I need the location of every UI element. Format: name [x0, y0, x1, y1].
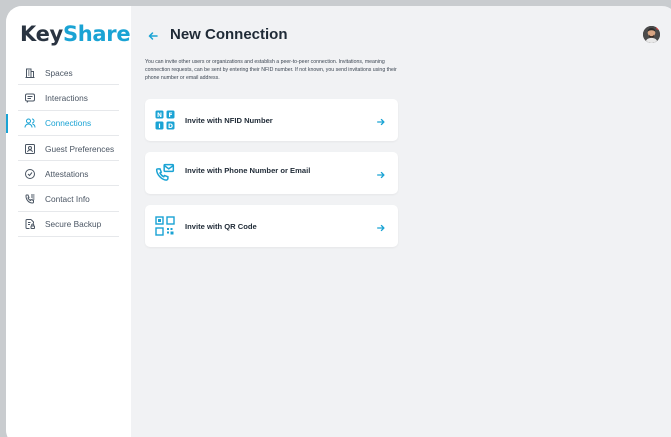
- option-label: Invite with QR Code: [185, 221, 257, 231]
- sidebar-nav: Spaces Interactions Connections Guest Pr…: [6, 60, 131, 238]
- sidebar-item-label: Contact Info: [45, 194, 90, 205]
- users-icon: [23, 117, 36, 130]
- sidebar-item-guest-preferences[interactable]: Guest Preferences: [6, 136, 131, 162]
- check-badge-icon: [23, 167, 36, 180]
- logo-part-share: Share: [62, 22, 131, 46]
- notification-dot: [656, 26, 660, 30]
- file-lock-icon: [23, 218, 36, 231]
- svg-text:I: I: [158, 123, 160, 130]
- sidebar-item-label: Secure Backup: [45, 219, 102, 230]
- sidebar-item-connections[interactable]: Connections: [6, 111, 131, 137]
- building-icon: [23, 66, 36, 79]
- nfid-icon: N F I D: [155, 110, 175, 130]
- sidebar-item-attestations[interactable]: Attestations: [6, 161, 131, 187]
- sidebar: KeyShare Spaces Interactions Connections: [6, 6, 131, 437]
- option-label: Invite with Phone Number or Email: [185, 165, 311, 175]
- user-avatar[interactable]: [643, 26, 660, 43]
- svg-text:D: D: [168, 123, 173, 130]
- sidebar-item-interactions[interactable]: Interactions: [6, 85, 131, 111]
- phone-mail-icon: [155, 163, 175, 183]
- qr-code-icon: [155, 216, 175, 236]
- sidebar-item-label: Connections: [45, 118, 92, 129]
- logo-part-key: Key: [20, 22, 63, 46]
- sidebar-item-label: Guest Preferences: [45, 143, 115, 154]
- arrow-right-icon: [376, 167, 386, 179]
- badge-icon: [23, 142, 36, 155]
- option-label: Invite with NFID Number: [185, 115, 273, 125]
- sidebar-item-spaces[interactable]: Spaces: [6, 60, 131, 86]
- message-icon: [23, 91, 36, 104]
- page-title: New Connection: [170, 26, 288, 43]
- sidebar-item-secure-backup[interactable]: Secure Backup: [6, 212, 131, 238]
- page-header: New Connection: [147, 26, 288, 43]
- sidebar-item-label: Interactions: [45, 92, 88, 103]
- keyshare-logo[interactable]: KeyShare: [20, 22, 131, 46]
- back-arrow-icon[interactable]: [147, 29, 159, 41]
- sidebar-item-label: Attestations: [45, 168, 89, 179]
- page-description: You can invite other users or organizati…: [145, 59, 397, 81]
- svg-text:N: N: [157, 112, 162, 119]
- app-window: KeyShare Spaces Interactions Connections: [6, 6, 671, 437]
- arrow-right-icon: [376, 114, 386, 126]
- sidebar-item-contact-info[interactable]: Contact Info: [6, 186, 131, 213]
- invite-nfid-option[interactable]: N F I D Invite with NFID Number: [145, 99, 398, 141]
- invite-phone-email-option[interactable]: Invite with Phone Number or Email: [145, 152, 398, 194]
- phone-list-icon: [23, 193, 36, 206]
- svg-text:F: F: [168, 112, 172, 119]
- main-content: New Connection You can invite other user…: [131, 6, 671, 437]
- invite-qr-code-option[interactable]: Invite with QR Code: [145, 205, 398, 247]
- sidebar-item-label: Spaces: [45, 67, 73, 78]
- arrow-right-icon: [376, 220, 386, 232]
